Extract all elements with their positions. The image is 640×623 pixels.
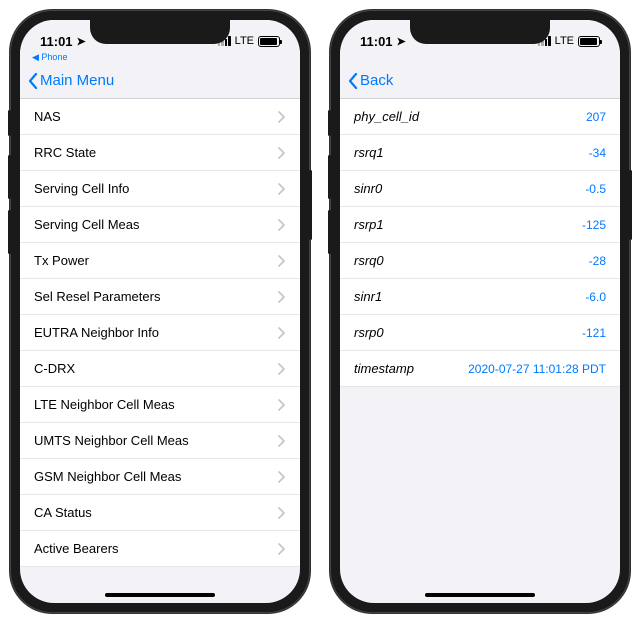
list-item-label: UMTS Neighbor Cell Meas [34, 433, 189, 448]
list-item[interactable]: Serving Cell Info [20, 171, 300, 207]
phone-left: 11:01 ➤ LTE ◀ Phone Main Menu NAS RRC Sta… [10, 10, 310, 613]
list-item-label: LTE Neighbor Cell Meas [34, 397, 175, 412]
chevron-right-icon [278, 147, 286, 159]
chevron-right-icon [278, 183, 286, 195]
list-item[interactable]: sinr0 -0.5 [340, 171, 620, 207]
list-item-label: Active Bearers [34, 541, 119, 556]
metric-value: 207 [586, 110, 606, 124]
chevron-right-icon [278, 291, 286, 303]
list-item[interactable]: Active Bearers [20, 531, 300, 567]
list-item-label: Sel Resel Parameters [34, 289, 160, 304]
metric-value: -121 [582, 326, 606, 340]
list-item-label: Serving Cell Info [34, 181, 129, 196]
list-item[interactable]: NAS [20, 99, 300, 135]
chevron-right-icon [278, 507, 286, 519]
list-item-label: Tx Power [34, 253, 89, 268]
metric-name: sinr0 [354, 181, 382, 196]
metric-value: -125 [582, 218, 606, 232]
location-icon: ➤ [77, 35, 86, 48]
list-item[interactable]: sinr1 -6.0 [340, 279, 620, 315]
list-item-label: Serving Cell Meas [34, 217, 140, 232]
back-label: Back [360, 72, 393, 89]
metric-name: timestamp [354, 361, 414, 376]
volume-up-button [328, 155, 331, 199]
metric-name: rsrq0 [354, 253, 384, 268]
list-item[interactable]: Serving Cell Meas [20, 207, 300, 243]
power-button [309, 170, 312, 240]
network-label: LTE [555, 35, 574, 47]
phone-right: 11:01 ➤ LTE ◀ Phone Back phy_cell_id207r… [330, 10, 630, 613]
list-item[interactable]: RRC State [20, 135, 300, 171]
metric-name: rsrp0 [354, 325, 384, 340]
chevron-right-icon [278, 435, 286, 447]
nav-bar: Main Menu [20, 63, 300, 99]
network-label: LTE [235, 35, 254, 47]
metric-name: rsrq1 [354, 145, 384, 160]
screen-right: 11:01 ➤ LTE ◀ Phone Back phy_cell_id207r… [340, 20, 620, 603]
list-item[interactable]: rsrq0 -28 [340, 243, 620, 279]
metric-value: 2020-07-27 11:01:28 PDT [468, 362, 606, 376]
list-item[interactable]: GSM Neighbor Cell Meas [20, 459, 300, 495]
back-label: Main Menu [40, 72, 114, 89]
metric-value: -34 [589, 146, 606, 160]
chevron-right-icon [278, 543, 286, 555]
nav-bar: Back [340, 63, 620, 99]
list-item[interactable]: EUTRA Neighbor Info [20, 315, 300, 351]
notch [90, 20, 230, 44]
list-item-label: C-DRX [34, 361, 75, 376]
list-item-label: EUTRA Neighbor Info [34, 325, 159, 340]
list-item-label: NAS [34, 109, 61, 124]
mute-switch [328, 110, 331, 136]
status-time: 11:01 [40, 34, 73, 49]
list-item[interactable]: Tx Power [20, 243, 300, 279]
volume-up-button [8, 155, 11, 199]
chevron-right-icon [278, 471, 286, 483]
list-item[interactable]: rsrp0 -121 [340, 315, 620, 351]
chevron-right-icon [278, 111, 286, 123]
metric-value: -0.5 [585, 182, 606, 196]
volume-down-button [8, 210, 11, 254]
list-item[interactable]: C-DRX [20, 351, 300, 387]
back-button[interactable]: Main Menu [28, 72, 114, 89]
menu-list: NAS RRC State Serving Cell Info Serving Cel… [20, 99, 300, 567]
notch [410, 20, 550, 44]
power-button [629, 170, 632, 240]
list-item[interactable]: UMTS Neighbor Cell Meas [20, 423, 300, 459]
back-button[interactable]: Back [348, 72, 393, 89]
list-item[interactable]: LTE Neighbor Cell Meas [20, 387, 300, 423]
chevron-right-icon [278, 219, 286, 231]
list-item-label: GSM Neighbor Cell Meas [34, 469, 181, 484]
mute-switch [8, 110, 11, 136]
chevron-right-icon [278, 255, 286, 267]
metric-value: -28 [589, 254, 606, 268]
location-icon: ➤ [397, 35, 406, 48]
list-item[interactable]: CA Status [20, 495, 300, 531]
home-indicator[interactable] [105, 593, 215, 597]
screen-left: 11:01 ➤ LTE ◀ Phone Main Menu NAS RRC Sta… [20, 20, 300, 603]
chevron-left-icon [28, 73, 38, 89]
battery-icon [258, 36, 280, 47]
volume-down-button [328, 210, 331, 254]
metric-name: rsrp1 [354, 217, 384, 232]
list-item[interactable]: rsrp1 -125 [340, 207, 620, 243]
list-item[interactable]: Sel Resel Parameters [20, 279, 300, 315]
chevron-right-icon [278, 363, 286, 375]
metric-name: phy_cell_id [354, 109, 419, 124]
breadcrumb[interactable]: ◀ Phone [20, 52, 300, 63]
home-indicator[interactable] [425, 593, 535, 597]
list-item[interactable]: rsrq1 -34 [340, 135, 620, 171]
chevron-right-icon [278, 327, 286, 339]
list-item[interactable]: phy_cell_id 207 [340, 99, 620, 135]
status-time: 11:01 [360, 34, 393, 49]
battery-icon [578, 36, 600, 47]
detail-list: phy_cell_id 207 rsrq1 -34 sinr0 -0.5 rsrp1 -125… [340, 99, 620, 387]
chevron-right-icon [278, 399, 286, 411]
metric-name: sinr1 [354, 289, 382, 304]
list-item-label: CA Status [34, 505, 92, 520]
list-item-label: RRC State [34, 145, 96, 160]
chevron-left-icon [348, 73, 358, 89]
metric-value: -6.0 [585, 290, 606, 304]
list-item[interactable]: timestamp 2020-07-27 11:01:28 PDT [340, 351, 620, 387]
